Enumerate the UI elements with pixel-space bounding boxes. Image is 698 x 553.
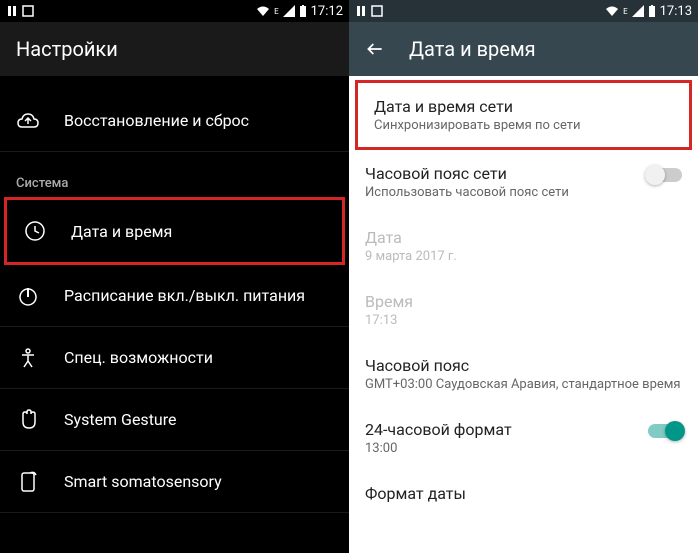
setting-title: Время: [365, 292, 682, 311]
network-label: E: [274, 7, 279, 16]
item-label: Smart somatosensory: [64, 472, 222, 491]
settings-item-accessibility[interactable]: Спец. возможности: [0, 327, 349, 389]
setting-subtitle: 17:13: [365, 313, 682, 328]
status-bar: E 17:12: [0, 0, 349, 22]
status-bar: E 17:13: [349, 0, 698, 22]
power-icon: [16, 284, 40, 308]
setting-subtitle: Синхронизировать время по сети: [374, 118, 673, 133]
app-bar: Настройки: [0, 22, 349, 76]
setting-date-format[interactable]: Формат даты: [349, 470, 698, 519]
hand-icon: [16, 408, 40, 432]
status-time: 17:12: [311, 4, 343, 19]
pause-icon: [355, 5, 367, 17]
setting-title: 24-часовой формат: [365, 420, 682, 439]
square-icon: [371, 5, 383, 17]
settings-item-backup-reset[interactable]: Восстановление и сброс: [0, 90, 349, 152]
item-label: Спец. возможности: [64, 348, 213, 367]
wifi-icon: [256, 5, 270, 17]
setting-timezone[interactable]: Часовой пояс GMT+03:00 Саудовская Аравия…: [349, 342, 698, 406]
setting-date: Дата 9 марта 2017 г.: [349, 214, 698, 278]
setting-title: Формат даты: [365, 484, 682, 503]
setting-title: Часовой пояс сети: [365, 164, 682, 183]
settings-item-smart-somatosensory[interactable]: Smart somatosensory: [0, 451, 349, 513]
app-bar: Дата и время: [349, 22, 698, 76]
accessibility-icon: [16, 346, 40, 370]
battery-icon: [299, 5, 307, 17]
item-label: Восстановление и сброс: [64, 111, 249, 130]
setting-24hour-format[interactable]: 24-часовой формат 13:00: [349, 406, 698, 470]
app-bar-title: Настройки: [16, 37, 118, 61]
setting-subtitle: 9 марта 2017 г.: [365, 249, 682, 264]
setting-title: Дата: [365, 228, 682, 247]
setting-title: Часовой пояс: [365, 356, 682, 375]
clock-icon: [23, 219, 47, 243]
settings-item-power-schedule[interactable]: Расписание вкл./выкл. питания: [0, 265, 349, 327]
toggle-24hour[interactable]: [648, 424, 682, 438]
pause-icon: [6, 5, 18, 17]
signal-icon: [632, 5, 644, 17]
item-label: System Gesture: [64, 410, 177, 429]
cloud-icon: [16, 109, 40, 133]
app-bar-title: Дата и время: [409, 37, 536, 61]
settings-item-date-time[interactable]: Дата и время: [7, 200, 342, 262]
battery-icon: [648, 5, 656, 17]
setting-subtitle: 13:00: [365, 441, 682, 456]
toggle-network-timezone[interactable]: [648, 168, 682, 182]
signal-icon: [283, 5, 295, 17]
setting-time: Время 17:13: [349, 278, 698, 342]
item-label: Расписание вкл./выкл. питания: [64, 286, 305, 305]
network-label: E: [623, 7, 628, 16]
wifi-icon: [605, 5, 619, 17]
status-time: 17:13: [660, 4, 692, 19]
back-button[interactable]: [365, 39, 385, 59]
setting-network-time[interactable]: Дата и время сети Синхронизировать время…: [358, 83, 689, 147]
section-header-system: Система: [0, 166, 349, 197]
item-label: Дата и время: [71, 222, 172, 241]
square-icon: [22, 5, 34, 17]
setting-subtitle: GMT+03:00 Саудовская Аравия, стандартное…: [365, 377, 682, 392]
setting-subtitle: Использовать часовой пояс сети: [365, 185, 682, 200]
setting-network-timezone[interactable]: Часовой пояс сети Использовать часовой п…: [349, 150, 698, 214]
settings-item-system-gesture[interactable]: System Gesture: [0, 389, 349, 451]
device-icon: [16, 470, 40, 494]
setting-title: Дата и время сети: [374, 97, 673, 116]
